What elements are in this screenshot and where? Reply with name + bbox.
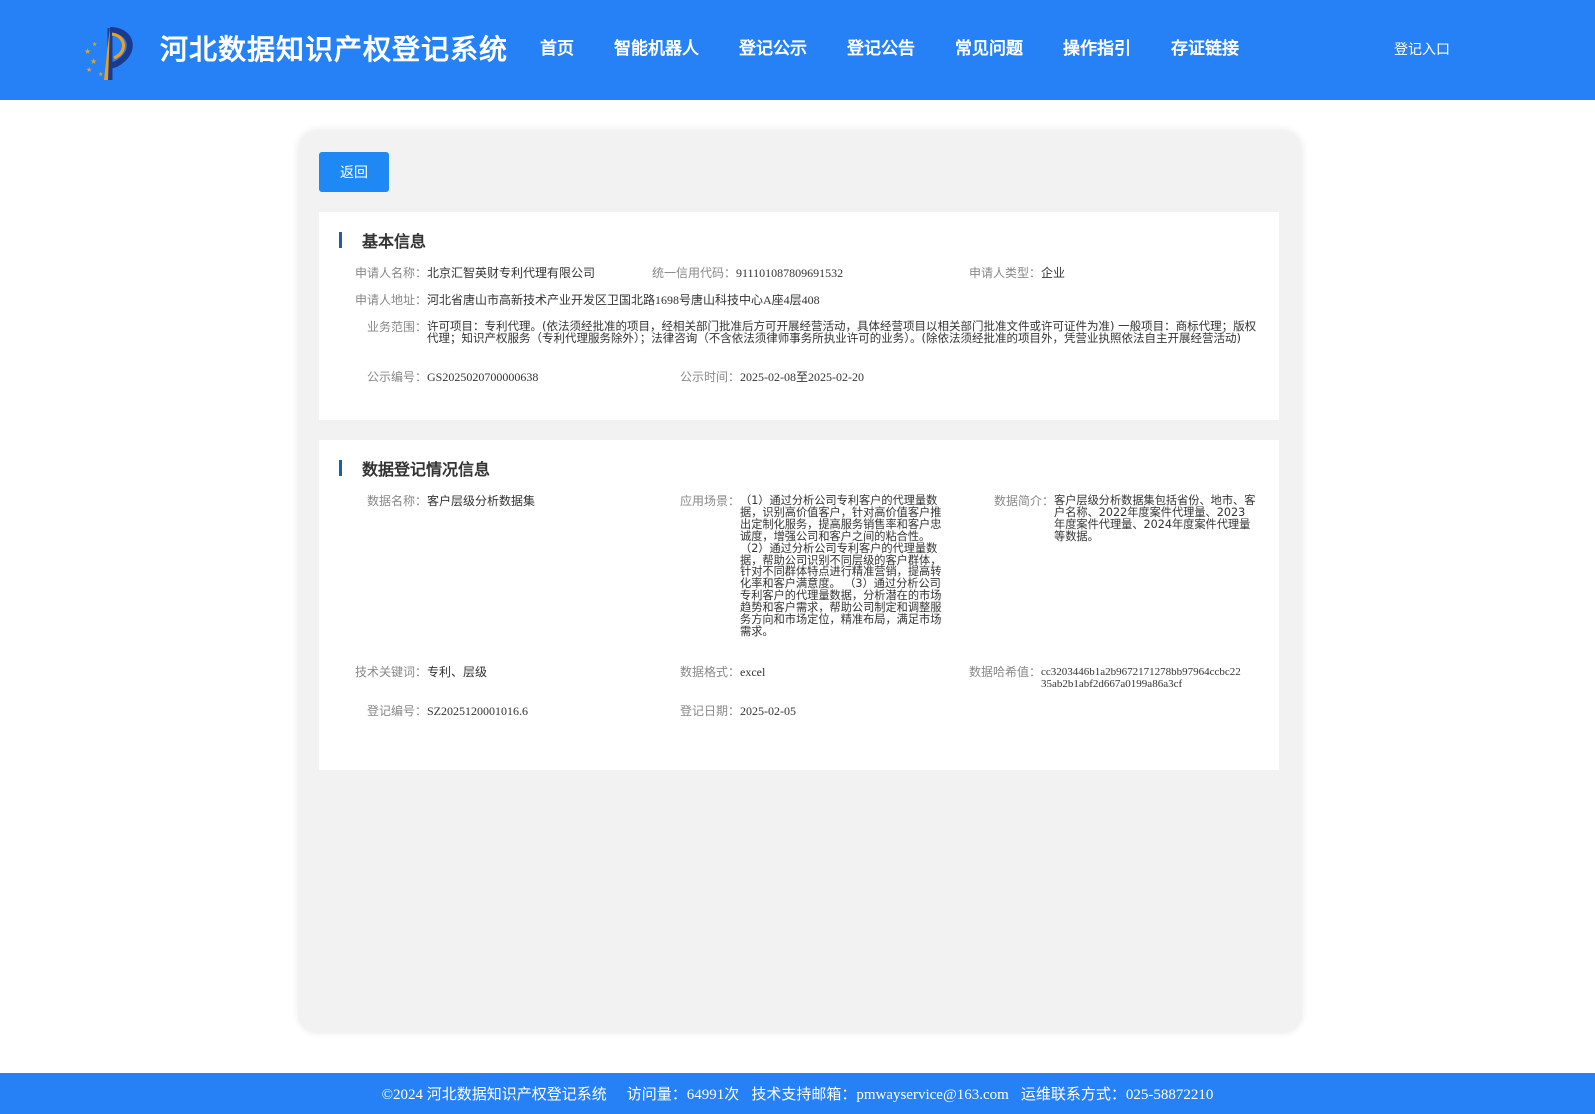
detail-panel: 返回 基本信息 申请人名称： 北京汇智英财专利代理有限公司 统一信用代码： 91… — [299, 131, 1301, 1032]
field-value: 客户层级分析数据集包括省份、地市、客户名称、2022年度案件代理量、2023年度… — [1054, 494, 1256, 543]
nav-robot[interactable]: 智能机器人 — [614, 34, 699, 59]
footer-copyright: ©2024 河北数据知识产权登记系统 — [381, 1087, 607, 1103]
field-label: 数据哈希值： — [969, 665, 1042, 679]
svg-text:★: ★ — [92, 41, 97, 48]
section-title: 数据登记情况信息 — [362, 460, 491, 479]
field-label: 申请人名称： — [355, 266, 428, 280]
keywords-field: 技术关键词： 专利、层级 — [355, 666, 655, 678]
field-value: cc3203446b1a2b9672171278bb97964ccbc2235a… — [1041, 666, 1241, 690]
field-label: 登记编号： — [366, 704, 427, 718]
data-name-field: 数据名称： 客户层级分析数据集 — [355, 495, 655, 507]
field-value: 许可项目：专利代理。(依法须经批准的项目，经相关部门批准后方可开展经营活动，具体… — [427, 319, 1257, 345]
data-registration-card: 数据登记情况信息 数据名称： 客户层级分析数据集 应用场景： （1）通过分析公司… — [319, 440, 1279, 770]
application-scene-field: 应用场景： （1）通过分析公司专利客户的代理量数据，识别高价值客户，针对高价值客… — [668, 495, 944, 638]
field-label: 数据名称： — [366, 494, 427, 508]
main-nav: 首页 智能机器人 登记公示 登记公告 常见问题 操作指引 存证链接 — [540, 34, 1279, 59]
footer: ©2024 河北数据知识产权登记系统 访问量：64991次 技术支持邮箱：pmw… — [0, 1073, 1595, 1114]
nav-evidence-link[interactable]: 存证链接 — [1171, 34, 1239, 59]
field-label: 申请人类型： — [969, 266, 1042, 280]
data-intro-field: 数据简介： 客户层级分析数据集包括省份、地市、客户名称、2022年度案件代理量、… — [982, 495, 1262, 543]
field-label: 登记日期： — [679, 704, 740, 718]
field-label: 应用场景： — [679, 494, 740, 508]
section-title: 基本信息 — [362, 232, 427, 251]
site-title: 河北数据知识产权登记系统 — [160, 33, 509, 66]
svg-text:★: ★ — [86, 66, 92, 74]
pub-no-field: 公示编号： GS2025020700000638 — [355, 371, 655, 383]
pub-time-field: 公示时间： 2025-02-08至2025-02-20 — [668, 371, 968, 383]
field-label: 统一信用代码： — [651, 266, 736, 280]
applicant-name-field: 申请人名称： 北京汇智英财专利代理有限公司 — [355, 267, 655, 279]
field-label: 公示时间： — [679, 370, 740, 384]
field-value: 客户层级分析数据集 — [427, 494, 536, 508]
basic-info-heading: 基本信息 — [339, 230, 427, 251]
nav-reg-notice[interactable]: 登记公告 — [847, 34, 915, 59]
section-bar — [339, 232, 342, 248]
nav-home[interactable]: 首页 — [540, 34, 574, 59]
data-hash-field: 数据哈希值： cc3203446b1a2b9672171278bb97964cc… — [969, 666, 1265, 690]
site-logo-icon: ★ ★ ★ ★ ★ — [84, 26, 133, 80]
applicant-type-field: 申请人类型： 企业 — [969, 267, 1269, 279]
header: ★ ★ ★ ★ ★ 河北数据知识产权登记系统 首页 智能机器人 登记公示 登记公… — [0, 0, 1595, 100]
field-value: SZ2025120001016.6 — [427, 704, 529, 718]
field-label: 业务范围： — [366, 320, 427, 334]
field-value: 2025-02-08至2025-02-20 — [740, 370, 864, 384]
login-link[interactable]: 登记入口 — [1394, 39, 1450, 59]
footer-contact: 运维联系方式：025-58872210 — [1020, 1087, 1214, 1103]
field-value: 2025-02-05 — [740, 704, 796, 718]
field-label: 数据简介： — [993, 494, 1054, 508]
field-label: 技术关键词： — [355, 665, 428, 679]
nav-reg-public[interactable]: 登记公示 — [739, 34, 807, 59]
field-value: 北京汇智英财专利代理有限公司 — [427, 266, 596, 280]
field-value: 专利、层级 — [427, 665, 488, 679]
field-value: 河北省唐山市高新技术产业开发区卫国北路1698号唐山科技中心A座4层408 — [427, 293, 820, 307]
basic-info-card: 基本信息 申请人名称： 北京汇智英财专利代理有限公司 统一信用代码： 91110… — [319, 212, 1279, 420]
field-value: （1）通过分析公司专利客户的代理量数据，识别高价值客户，针对高价值客户推出定制化… — [740, 494, 942, 638]
back-button[interactable]: 返回 — [319, 152, 389, 192]
svg-text:★: ★ — [90, 57, 97, 66]
nav-faq[interactable]: 常见问题 — [955, 34, 1023, 59]
field-label: 公示编号： — [366, 370, 427, 384]
reg-date-field: 登记日期： 2025-02-05 — [668, 705, 968, 717]
footer-email: 技术支持邮箱：pmwayservice@163.com — [751, 1087, 1009, 1103]
field-label: 数据格式： — [679, 665, 740, 679]
section-bar — [339, 460, 342, 476]
field-label: 申请人地址： — [355, 293, 428, 307]
footer-visits: 访问量：64991次 — [626, 1087, 740, 1103]
address-field: 申请人地址： 河北省唐山市高新技术产业开发区卫国北路1698号唐山科技中心A座4… — [355, 294, 1255, 306]
svg-text:★: ★ — [84, 47, 91, 56]
credit-code-field: 统一信用代码： 911101087809691532 — [644, 267, 964, 279]
field-value: excel — [740, 665, 766, 679]
field-value: 企业 — [1041, 266, 1066, 280]
nav-guide[interactable]: 操作指引 — [1063, 34, 1131, 59]
field-value: 911101087809691532 — [736, 266, 844, 280]
field-value: GS2025020700000638 — [427, 370, 539, 384]
reg-no-field: 登记编号： SZ2025120001016.6 — [355, 705, 655, 717]
business-scope-field: 业务范围： 许可项目：专利代理。(依法须经批准的项目，经相关部门批准后方可开展经… — [355, 319, 1259, 345]
svg-text:★: ★ — [98, 71, 103, 78]
data-format-field: 数据格式： excel — [668, 666, 968, 678]
data-reg-heading: 数据登记情况信息 — [339, 458, 491, 479]
